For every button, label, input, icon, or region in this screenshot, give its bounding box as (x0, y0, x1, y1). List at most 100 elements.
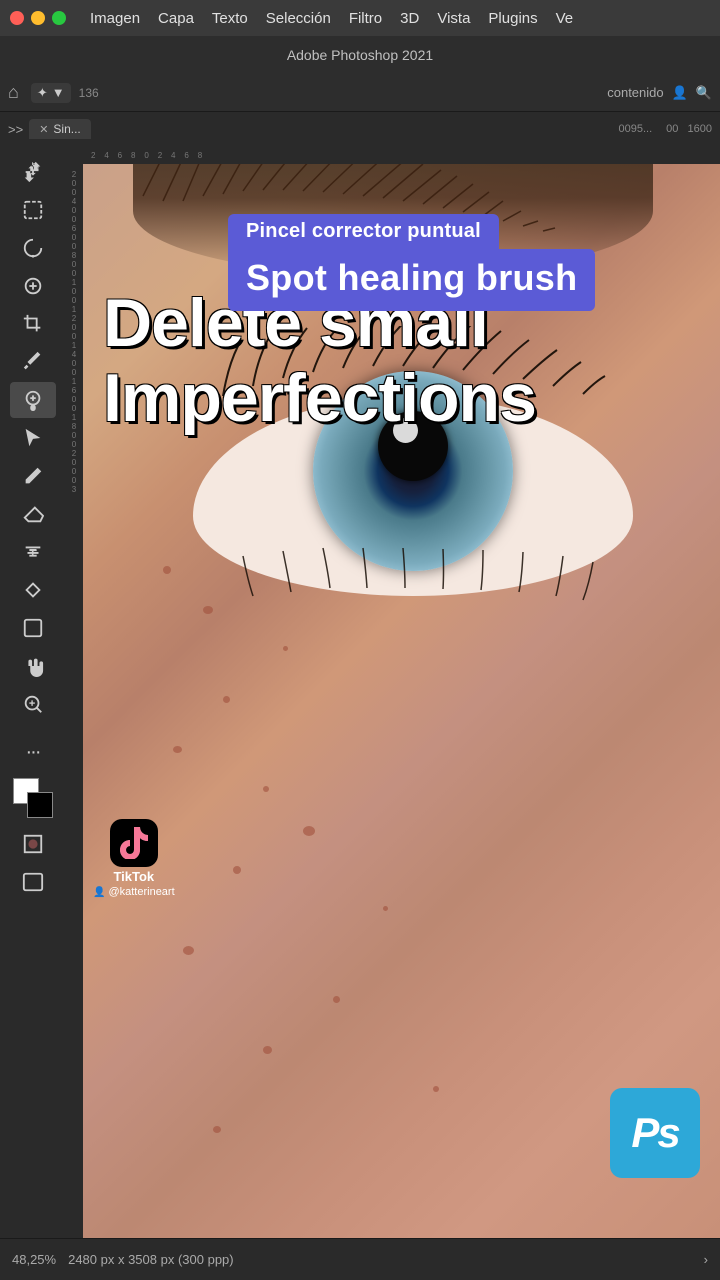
ruler-mark-2b: 2 (72, 314, 76, 323)
imperfection-6 (173, 746, 182, 753)
quick-mask-button[interactable] (10, 826, 56, 862)
ruler-mark-6: 6 (72, 224, 76, 233)
brush-tool-button[interactable] (10, 458, 56, 494)
menu-imagen[interactable]: Imagen (90, 10, 140, 27)
imperfection-10 (383, 906, 388, 911)
left-toolbar: T ··· (0, 146, 65, 1238)
menu-seleccion[interactable]: Selección (266, 10, 331, 27)
screen-mode-button[interactable] (10, 864, 56, 900)
options-bar: ⌂ ✦ ▼ 136 contenido 👤 🔍 (0, 74, 720, 112)
ruler-mark-0b: 0 (72, 188, 76, 197)
menu-filtro[interactable]: Filtro (349, 10, 382, 27)
status-arrow-icon[interactable]: › (704, 1252, 708, 1267)
tiktok-username: 👤 @katterineart (93, 886, 175, 898)
eraser-tool-button[interactable] (10, 496, 56, 532)
zoom-tool-button[interactable] (10, 686, 56, 722)
secondary-bar: >> ✕ Sin... 0095... 00 1600 (0, 112, 720, 146)
ruler-mark-0u: 0 (72, 476, 76, 485)
color-swatch[interactable] (13, 778, 53, 818)
spot-heal-button[interactable] (10, 268, 56, 304)
ruler-mark-0m: 0 (72, 359, 76, 368)
tooltip-bubble: Pincel corrector puntual Spot healing br… (228, 214, 595, 311)
canvas-area: 2 4 6 8 0 2 4 6 8 2 0 0 4 0 0 6 0 0 8 0 … (65, 146, 720, 1238)
title-bar: Adobe Photoshop 2021 (0, 36, 720, 74)
path-select-tool-button[interactable] (10, 572, 56, 608)
ruler-left: 2 0 0 4 0 0 6 0 0 8 0 0 1 0 0 1 2 0 0 1 … (65, 146, 83, 1238)
imperfection-4 (283, 646, 288, 651)
imperfection-8 (303, 826, 315, 836)
ruler-mark-1d: 1 (72, 377, 76, 386)
menu-capa[interactable]: Capa (158, 10, 194, 27)
home-icon[interactable]: ⌂ (8, 82, 19, 103)
maximize-button[interactable] (52, 11, 66, 25)
menu-texto[interactable]: Texto (212, 10, 248, 27)
ruler-mark-0h: 0 (72, 269, 76, 278)
ruler-mark-8: 8 (72, 251, 76, 260)
document-tab[interactable]: ✕ Sin... (29, 119, 91, 139)
ruler-top-numbers: 2 4 6 8 0 2 4 6 8 (87, 151, 202, 160)
ruler-mark-2c: 2 (72, 449, 76, 458)
ruler-mark-1: 1 (72, 278, 76, 287)
ruler-mark-6b: 6 (72, 386, 76, 395)
tool-preset-selector[interactable]: ✦ ▼ (31, 83, 71, 103)
crop-tool-button[interactable] (10, 306, 56, 342)
move-tool-button[interactable] (10, 154, 56, 190)
ruler-mark-4: 4 (72, 197, 76, 206)
cursor-tool-button[interactable] (10, 420, 56, 456)
ruler-mark-0n: 0 (72, 368, 76, 377)
ruler-right-numbers: 00 1600 (666, 123, 712, 135)
menu-3d[interactable]: 3D (400, 10, 419, 27)
close-button[interactable] (10, 11, 24, 25)
zoom-level: 48,25% (12, 1252, 56, 1267)
menu-plugins[interactable]: Plugins (488, 10, 537, 27)
ruler-mark-0q: 0 (72, 431, 76, 440)
app-title: Adobe Photoshop 2021 (287, 47, 433, 63)
imperfection-14 (433, 1086, 439, 1092)
shape-tool-button[interactable] (10, 610, 56, 646)
ruler-number-display: 0095... (618, 123, 652, 135)
tiktok-label: TikTok (113, 869, 154, 884)
hand-tool-button[interactable] (10, 648, 56, 684)
eyedropper-tool-button[interactable] (10, 344, 56, 380)
username-text: @katterineart (108, 886, 174, 898)
minimize-button[interactable] (31, 11, 45, 25)
ps-text: Ps (631, 1109, 678, 1157)
ruler-mark-0f: 0 (72, 242, 76, 251)
tooltip-main-text: Spot healing brush (228, 249, 595, 311)
lasso-tool-button[interactable] (10, 230, 56, 266)
menu-ve[interactable]: Ve (556, 10, 574, 27)
tooltip-title: Pincel corrector puntual (228, 214, 499, 249)
collapse-panel-button[interactable]: >> (8, 122, 23, 137)
ruler-mark-0: 0 (72, 179, 76, 188)
ruler-mark-0r: 0 (72, 440, 76, 449)
marquee-tool-button[interactable] (10, 192, 56, 228)
ps-badge: Ps (610, 1088, 700, 1178)
extra-tools-button[interactable]: ··· (10, 734, 56, 770)
ruler-mark-1b: 1 (72, 305, 76, 314)
menu-bar: Imagen Capa Texto Selección Filtro 3D Vi… (0, 0, 720, 36)
brush-icon: ✦ (37, 85, 48, 101)
imperfection-7 (263, 786, 269, 792)
eyelashes-bottom-svg (183, 546, 643, 626)
ruler-mark-0i: 0 (72, 287, 76, 296)
dropdown-arrow-icon: ▼ (52, 85, 65, 100)
imperfection-15 (213, 1126, 221, 1133)
tab-label: Sin... (53, 122, 80, 136)
ruler-mark-1c: 1 (72, 341, 76, 350)
status-bar: 48,25% 2480 px x 3508 px (300 ppp) › (0, 1238, 720, 1280)
user-icon: 👤 (672, 85, 688, 101)
ruler-mark-0l: 0 (72, 332, 76, 341)
imperfection-13 (263, 1046, 272, 1054)
menu-vista[interactable]: Vista (437, 10, 470, 27)
ruler-mark-0o: 0 (72, 395, 76, 404)
ruler-mark-0s: 0 (72, 458, 76, 467)
tab-close-button[interactable]: ✕ (39, 123, 48, 136)
heal-brush-tool-button[interactable] (10, 382, 56, 418)
type-tool-button[interactable]: T (10, 534, 56, 570)
person-icon: 👤 (93, 887, 105, 898)
search-icon[interactable]: 🔍 (696, 85, 712, 101)
ruler-mark-8b: 8 (72, 422, 76, 431)
ruler-mark-0c: 0 (72, 206, 76, 215)
imperfection-9 (233, 866, 241, 874)
imperfection-12 (333, 996, 340, 1003)
